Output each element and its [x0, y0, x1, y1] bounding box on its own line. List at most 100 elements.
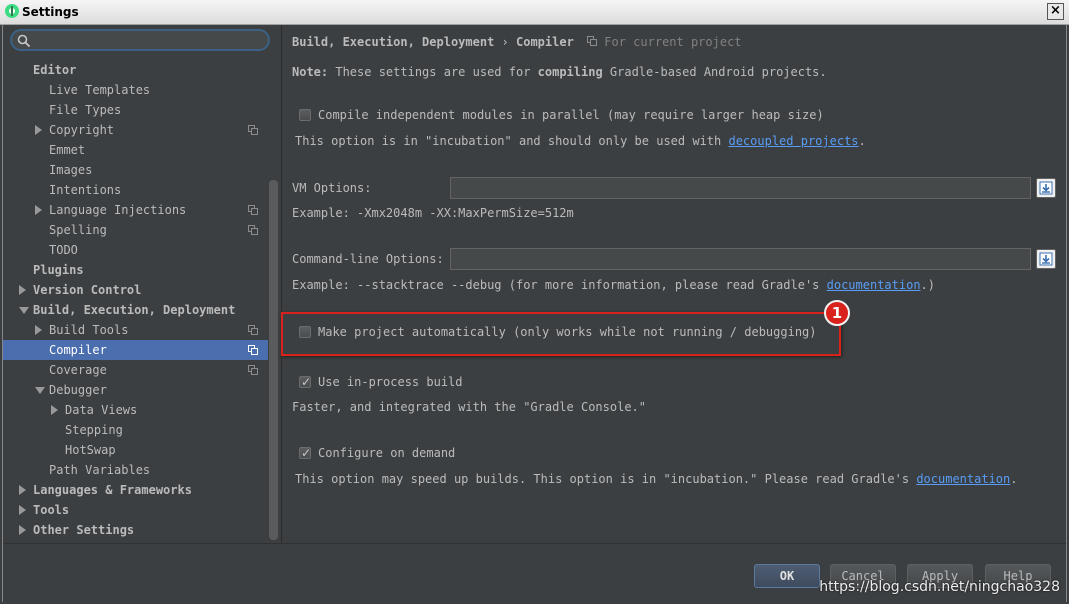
tree-item-compiler[interactable]: Compiler [3, 340, 268, 360]
chevron-down-icon[interactable] [19, 307, 29, 314]
note-text: Note: These settings are used for compil… [292, 65, 827, 79]
vm-options-field[interactable] [450, 177, 1031, 199]
tree-item-intentions[interactable]: Intentions [3, 180, 268, 200]
on-demand-hint-text: This option may speed up builds. This op… [295, 472, 917, 486]
tree-scrollbar[interactable] [269, 180, 278, 540]
android-studio-icon [5, 4, 19, 18]
tree-item-spelling[interactable]: Spelling [3, 220, 268, 240]
ok-button[interactable]: OK [754, 564, 820, 588]
project-scope-icon [248, 125, 258, 135]
breadcrumb-separator: › [501, 35, 509, 49]
chevron-right-icon[interactable] [19, 525, 26, 535]
tree-item-tools[interactable]: Tools [3, 500, 268, 520]
tree-item-emmet[interactable]: Emmet [3, 140, 268, 160]
chevron-down-icon[interactable] [35, 387, 45, 394]
chevron-right-icon[interactable] [35, 125, 42, 135]
note-text-1: These settings are used for [328, 65, 538, 79]
parallel-hint-end: . [858, 134, 866, 148]
tree-item-language-injections[interactable]: Language Injections [3, 200, 268, 220]
tree-item-build-execution-deployment[interactable]: Build, Execution, Deployment [3, 300, 268, 320]
parallel-hint-text: This option is in "incubation" and shoul… [295, 134, 729, 148]
chevron-right-icon[interactable] [19, 505, 26, 515]
tree-item-coverage[interactable]: Coverage [3, 360, 268, 380]
on-demand-documentation-link[interactable]: documentation [916, 472, 1010, 486]
search-icon [17, 34, 31, 48]
tree-item-images[interactable]: Images [3, 160, 268, 180]
dialog-buttons: OK Cancel Apply Help https://blog.csdn.n… [3, 543, 1066, 602]
make-auto-checkbox[interactable] [299, 326, 311, 338]
cmd-options-label: Command-line Options: [292, 252, 444, 266]
tree-item-label: Debugger [49, 383, 107, 397]
annotation-badge: 1 [824, 300, 850, 326]
tree-item-label: Copyright [49, 123, 115, 137]
breadcrumb-parent[interactable]: Build, Execution, Deployment [292, 35, 494, 49]
cmd-example-end: .) [920, 278, 935, 292]
decoupled-projects-link[interactable]: decoupled projects [728, 134, 858, 148]
in-process-checkbox[interactable]: ✓ [299, 375, 312, 389]
cmd-documentation-link[interactable]: documentation [827, 278, 921, 292]
tree-item-label: Build Tools [49, 323, 129, 337]
vm-options-label: VM Options: [292, 181, 372, 195]
tree-item-label: Data Views [65, 403, 138, 417]
parallel-checkbox[interactable] [299, 109, 311, 121]
parallel-label[interactable]: Compile independent modules in parallel … [318, 108, 824, 122]
tree-item-label: File Types [49, 103, 122, 117]
tree-item-data-views[interactable]: Data Views [3, 400, 268, 420]
tree-item-todo[interactable]: TODO [3, 240, 268, 260]
tree-item-plugins[interactable]: Plugins [3, 260, 268, 280]
settings-tree-panel: Editor Live Templates File Types Copyright E… [3, 25, 282, 543]
project-scope-icon [248, 345, 258, 355]
tree-item-label: Editor [33, 63, 77, 77]
tree-item-label: Plugins [33, 263, 84, 277]
expand-icon [1039, 252, 1053, 266]
tree-item-label: Other Settings [33, 523, 135, 537]
tree-item-label: Languages & Frameworks [33, 483, 192, 497]
chevron-right-icon[interactable] [35, 325, 42, 335]
chevron-right-icon[interactable] [19, 485, 26, 495]
chevron-right-icon[interactable] [51, 405, 58, 415]
check-icon: ✓ [301, 375, 312, 389]
tree-item-live-templates[interactable]: Live Templates [3, 80, 268, 100]
settings-dialog: Editor Live Templates File Types Copyright E… [2, 25, 1067, 602]
tree-item-editor[interactable]: Editor [3, 60, 268, 80]
tree-item-languages-frameworks[interactable]: Languages & Frameworks [3, 480, 268, 500]
make-auto-label[interactable]: Make project automatically (only works w… [318, 325, 817, 339]
compiler-settings-panel: Build, Execution, Deployment › Compiler … [281, 25, 1068, 543]
tree-item-file-types[interactable]: File Types [3, 100, 268, 120]
on-demand-checkbox[interactable]: ✓ [299, 446, 312, 460]
parallel-hint: This option is in "incubation" and shoul… [295, 134, 866, 148]
vm-options-expand-button[interactable] [1036, 178, 1056, 198]
tree-item-build-tools[interactable]: Build Tools [3, 320, 268, 340]
in-process-label[interactable]: Use in-process build [318, 375, 463, 389]
on-demand-label[interactable]: Configure on demand [318, 446, 455, 460]
tree-item-other-settings[interactable]: Other Settings [3, 520, 268, 540]
close-button[interactable]: × [1047, 3, 1064, 20]
tree-item-label: Images [49, 163, 93, 177]
search-input[interactable] [32, 32, 266, 50]
on-demand-hint-end: . [1010, 472, 1018, 486]
search-box[interactable] [10, 29, 270, 51]
expand-icon [1039, 181, 1053, 195]
check-icon: ✓ [301, 446, 312, 460]
tree-item-label: Spelling [49, 223, 107, 237]
cmd-options-expand-button[interactable] [1036, 249, 1056, 269]
tree-item-debugger[interactable]: Debugger [3, 380, 268, 400]
tree-item-label: Build, Execution, Deployment [33, 303, 236, 317]
tree-item-label: Language Injections [49, 203, 187, 217]
tree-item-path-variables[interactable]: Path Variables [3, 460, 268, 480]
tree-item-hotswap[interactable]: HotSwap [3, 440, 268, 460]
tree-item-copyright[interactable]: Copyright [3, 120, 268, 140]
project-scope-icon [248, 225, 258, 235]
tree-item-stepping[interactable]: Stepping [3, 420, 268, 440]
on-demand-hint: This option may speed up builds. This op… [295, 472, 1017, 486]
chevron-right-icon[interactable] [19, 285, 26, 295]
tree-item-label: Tools [33, 503, 70, 517]
cmd-options-example: Example: --stacktrace --debug (for more … [292, 278, 935, 292]
tree-item-version-control[interactable]: Version Control [3, 280, 268, 300]
cmd-options-field[interactable] [450, 248, 1031, 270]
in-process-hint: Faster, and integrated with the "Gradle … [292, 400, 647, 414]
chevron-right-icon[interactable] [35, 205, 42, 215]
note-bold: compiling [537, 65, 603, 79]
breadcrumb: Build, Execution, Deployment › Compiler … [292, 35, 742, 49]
tree-item-label: Path Variables [49, 463, 151, 477]
